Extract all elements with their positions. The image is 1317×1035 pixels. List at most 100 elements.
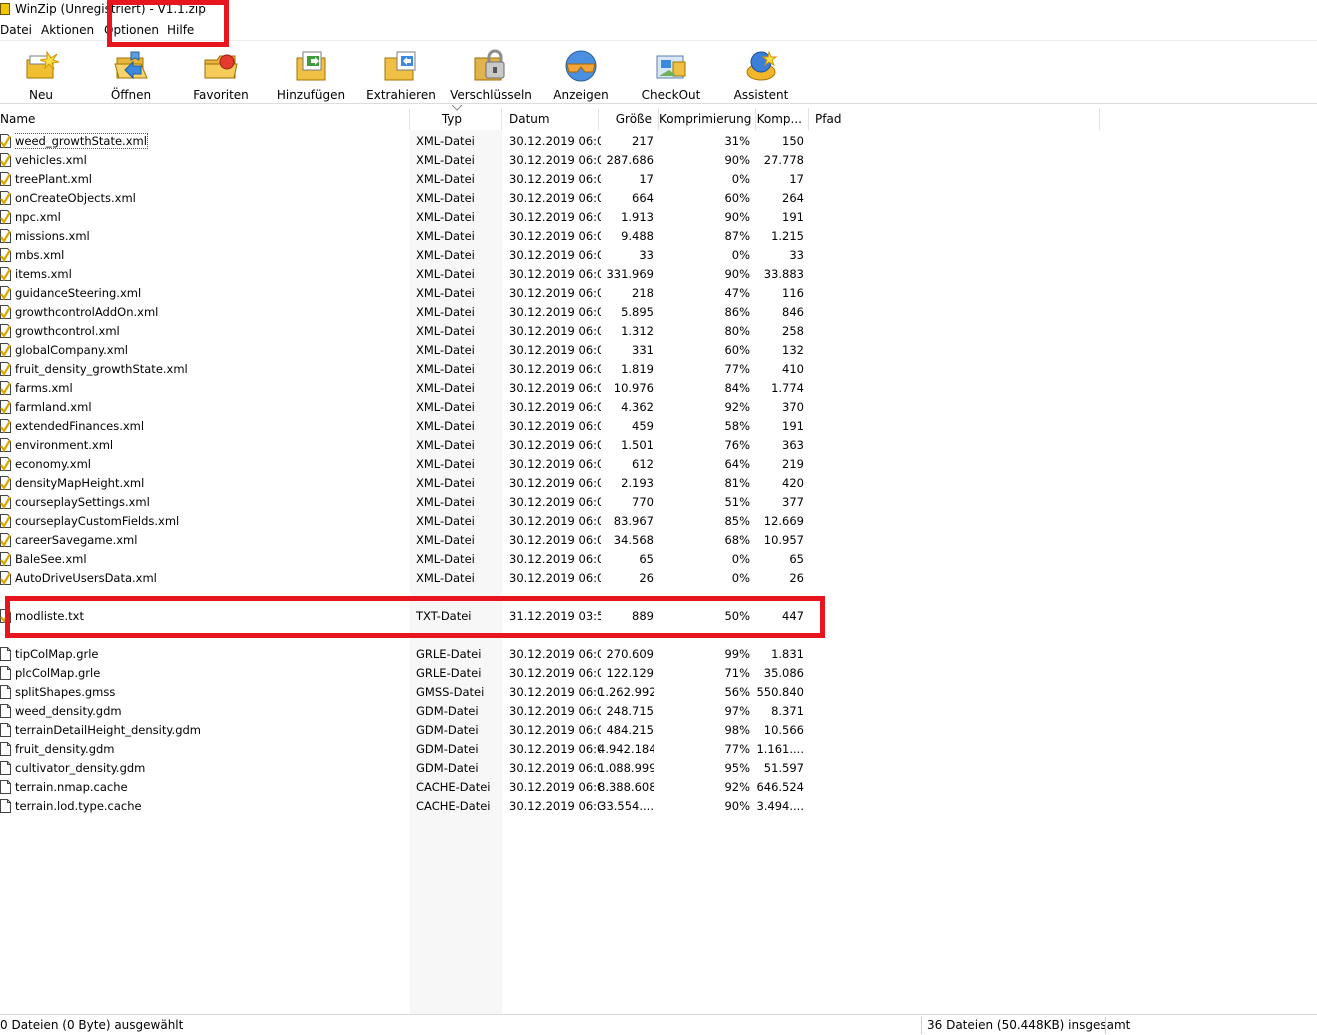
file-row-obscured[interactable]: [0, 626, 1100, 634]
column-header-name[interactable]: Name: [0, 108, 410, 130]
menu-hilfe[interactable]: Hilfe: [167, 23, 194, 37]
file-size: 889: [632, 609, 654, 623]
toolbar-oeffnen-button[interactable]: Öffnen: [87, 45, 175, 103]
file-type: XML-Datei: [416, 381, 475, 395]
file-type: XML-Datei: [416, 286, 475, 300]
file-row[interactable]: terrain.lod.type.cache CACHE-Datei 30.12.2…: [0, 797, 1100, 816]
file-row[interactable]: globalCompany.xml XML-Datei 30.12.2019 06:…: [0, 341, 1100, 360]
file-row[interactable]: AutoDriveUsersData.xml XML-Datei 30.12.201…: [0, 569, 1100, 588]
file-row[interactable]: weed_growthState.xml XML-Datei 30.12.2019 …: [0, 132, 1100, 151]
file-row[interactable]: tipColMap.grle GRLE-Datei 30.12.2019 06:09…: [0, 645, 1100, 664]
toolbar-anzeigen-button[interactable]: Anzeigen: [537, 45, 625, 103]
generic-file-icon: [0, 761, 11, 775]
file-row[interactable]: courseplayCustomFields.xml XML-Datei 30.12…: [0, 512, 1100, 531]
file-size: 1.819: [621, 362, 654, 376]
file-row[interactable]: growthcontrolAddOn.xml XML-Datei 30.12.201…: [0, 303, 1100, 322]
toolbar: Neu Öffnen Favoriten Hinzufügen Extrahie…: [0, 40, 1317, 104]
file-row[interactable]: splitShapes.gmss GMSS-Datei 30.12.2019 06:…: [0, 683, 1100, 702]
column-header-datum[interactable]: Datum: [503, 108, 599, 130]
file-row[interactable]: plcColMap.grle GRLE-Datei 30.12.2019 06:09…: [0, 664, 1100, 683]
file-row[interactable]: careerSavegame.xml XML-Datei 30.12.2019 06…: [0, 531, 1100, 550]
open-archive-icon: [114, 51, 148, 80]
file-row[interactable]: growthcontrol.xml XML-Datei 30.12.2019 06:…: [0, 322, 1100, 341]
file-ratio: 56%: [724, 685, 750, 699]
column-header-typ[interactable]: Typ: [410, 108, 502, 130]
column-header-pfad[interactable]: Pfad: [809, 108, 1100, 130]
file-packed-size: 447: [782, 609, 804, 623]
new-archive-icon: [26, 50, 60, 79]
toolbar-neu-button[interactable]: Neu: [0, 45, 85, 103]
toolbar-extrahieren-button[interactable]: Extrahieren: [357, 45, 445, 103]
file-row[interactable]: fruit_density_growthState.xml XML-Datei 30…: [0, 360, 1100, 379]
menu-optionen[interactable]: Optionen: [104, 23, 159, 37]
generic-file-icon: [0, 742, 11, 756]
file-row[interactable]: missions.xml XML-Datei 30.12.2019 06:09 9.4…: [0, 227, 1100, 246]
file-list-header: Name Typ Datum Größe Komprimierung Komp.…: [0, 108, 1100, 130]
menu-aktionen[interactable]: Aktionen: [41, 23, 94, 37]
file-row[interactable]: farmland.xml XML-Datei 30.12.2019 06:09 4.3…: [0, 398, 1100, 417]
favorites-icon: [204, 54, 238, 79]
toolbar-assistent-button[interactable]: Assistent: [717, 45, 805, 103]
file-type: XML-Datei: [416, 476, 475, 490]
file-name: terrainDetailHeight_density.gdm: [15, 723, 201, 737]
file-packed-size: 1.831: [771, 647, 804, 661]
xml-file-icon: [0, 571, 11, 585]
file-row[interactable]: extendedFinances.xml XML-Datei 30.12.2019 …: [0, 417, 1100, 436]
file-packed-size: 363: [782, 438, 804, 452]
toolbar-hinzufuegen-button[interactable]: Hinzufügen: [267, 45, 355, 103]
file-name: courseplaySettings.xml: [15, 495, 150, 509]
file-type: XML-Datei: [416, 191, 475, 205]
file-date: 30.12.2019 06:09: [509, 685, 601, 699]
menu-datei[interactable]: Datei: [0, 23, 32, 37]
column-header-groesse[interactable]: Größe: [599, 108, 659, 130]
generic-file-icon: [0, 647, 11, 661]
toolbar-checkout-button[interactable]: CheckOut: [627, 45, 715, 103]
file-row[interactable]: treePlant.xml XML-Datei 30.12.2019 06:09 17…: [0, 170, 1100, 189]
status-bar: 0 Dateien (0 Byte) ausgewählt 36 Dateien…: [0, 1014, 1317, 1035]
file-name: splitShapes.gmss: [15, 685, 116, 699]
file-row[interactable]: fruit_density.gdm GDM-Datei 30.12.2019 06:…: [0, 740, 1100, 759]
file-row[interactable]: items.xml XML-Datei 30.12.2019 06:09 331.96…: [0, 265, 1100, 284]
file-date: 30.12.2019 06:09: [509, 381, 601, 395]
file-row[interactable]: densityMapHeight.xml XML-Datei 30.12.2019 …: [0, 474, 1100, 493]
file-size: 664: [632, 191, 654, 205]
file-row[interactable]: npc.xml XML-Datei 30.12.2019 06:09 1.913 90%…: [0, 208, 1100, 227]
file-size: 65: [639, 552, 654, 566]
file-packed-size: 370: [782, 400, 804, 414]
xml-file-icon: [0, 153, 11, 167]
toolbar-favoriten-button[interactable]: Favoriten: [177, 45, 265, 103]
file-type: GDM-Datei: [416, 742, 479, 756]
toolbar-verschluesseln-button[interactable]: Verschlüsseln: [447, 45, 535, 103]
file-date: 30.12.2019 06:09: [509, 172, 601, 186]
file-name: cultivator_density.gdm: [15, 761, 146, 775]
file-row[interactable]: guidanceSteering.xml XML-Datei 30.12.2019 …: [0, 284, 1100, 303]
file-row[interactable]: BaleSee.xml XML-Datei 30.12.2019 06:09 65 0%…: [0, 550, 1100, 569]
file-packed-size: 116: [782, 286, 804, 300]
file-type: XML-Datei: [416, 248, 475, 262]
file-size: 331.969: [606, 267, 654, 281]
file-row[interactable]: farms.xml XML-Datei 30.12.2019 06:09 10.976…: [0, 379, 1100, 398]
file-date: 30.12.2019 06:09: [509, 780, 601, 794]
column-header-komprimierung[interactable]: Komprimierung: [659, 108, 756, 130]
file-size: 34.568: [613, 533, 654, 547]
file-name: plcColMap.grle: [15, 666, 101, 680]
file-row[interactable]: economy.xml XML-Datei 30.12.2019 06:09 612 6…: [0, 455, 1100, 474]
file-row-obscured[interactable]: [0, 588, 1100, 596]
file-ratio: 95%: [724, 761, 750, 775]
file-row[interactable]: vehicles.xml XML-Datei 30.12.2019 06:09 287…: [0, 151, 1100, 170]
file-row-highlighted[interactable]: modliste.txt TXT-Datei 31.12.2019 03:52 889…: [0, 607, 1100, 626]
file-date: 30.12.2019 06:09: [509, 419, 601, 433]
file-row[interactable]: terrainDetailHeight_density.gdm GDM-Datei…: [0, 721, 1100, 740]
column-header-komp[interactable]: Komp...: [756, 108, 809, 130]
file-row[interactable]: mbs.xml XML-Datei 30.12.2019 06:09 33 0% 33: [0, 246, 1100, 265]
file-row[interactable]: weed_density.gdm GDM-Datei 30.12.2019 06:0…: [0, 702, 1100, 721]
file-row[interactable]: cultivator_density.gdm GDM-Datei 30.12.201…: [0, 759, 1100, 778]
file-type: XML-Datei: [416, 571, 475, 585]
file-row[interactable]: environment.xml XML-Datei 30.12.2019 06:09…: [0, 436, 1100, 455]
file-packed-size: 33: [789, 248, 804, 262]
file-row[interactable]: courseplaySettings.xml XML-Datei 30.12.201…: [0, 493, 1100, 512]
file-packed-size: 10.957: [763, 533, 804, 547]
file-row[interactable]: terrain.nmap.cache CACHE-Datei 30.12.2019 …: [0, 778, 1100, 797]
file-row[interactable]: onCreateObjects.xml XML-Datei 30.12.2019 0…: [0, 189, 1100, 208]
file-size: 122.129: [606, 666, 654, 680]
